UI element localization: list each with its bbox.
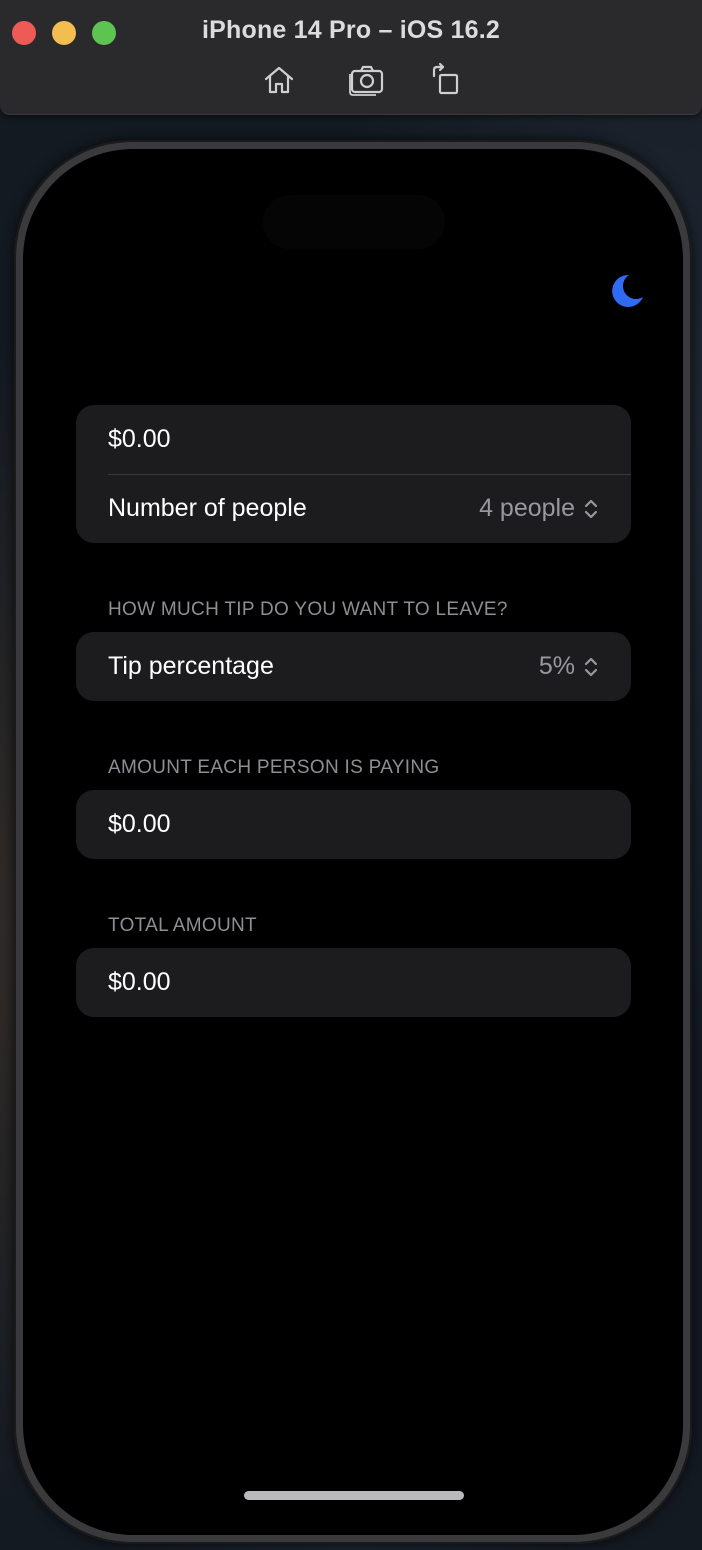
home-icon[interactable] [261,62,297,98]
home-indicator[interactable] [244,1491,464,1500]
per-person-card: $0.00 [76,790,631,859]
total-section-header: TOTAL AMOUNT [108,915,257,936]
total-row: $0.00 [76,948,631,1017]
rotate-icon[interactable] [428,62,464,98]
chevron-up-down-icon [583,656,599,678]
number-of-people-value-wrap: 4 people [479,494,599,523]
iphone-device-frame: $0.00 Number of people 4 people HOW MUCH… [14,140,692,1544]
number-of-people-picker[interactable]: Number of people 4 people [76,474,631,543]
simulator-title-bar: iPhone 14 Pro – iOS 16.2 [0,0,702,115]
tip-section-header: HOW MUCH TIP DO YOU WANT TO LEAVE? [108,599,508,620]
tip-percentage-value-wrap: 5% [539,652,599,681]
screenshot-icon[interactable] [349,62,385,98]
chevron-up-down-icon [583,498,599,520]
window-title: iPhone 14 Pro – iOS 16.2 [202,16,500,44]
tip-percentage-value: 5% [538,652,575,680]
amount-field[interactable]: $0.00 [76,405,631,474]
tip-percentage-label: Tip percentage [108,652,274,680]
per-person-section-header: AMOUNT EACH PERSON IS PAYING [108,757,440,778]
total-card: $0.00 [76,948,631,1017]
tip-percentage-picker[interactable]: Tip percentage 5% [76,632,631,701]
number-of-people-label: Number of people [108,494,307,522]
tip-card: Tip percentage 5% [76,632,631,701]
moon-icon[interactable] [605,271,645,311]
amount-value: $0.00 [108,425,171,453]
total-value: $0.00 [108,968,171,996]
phone-screen: $0.00 Number of people 4 people HOW MUCH… [23,149,683,1535]
bill-card: $0.00 Number of people 4 people [76,405,631,543]
per-person-row: $0.00 [76,790,631,859]
dynamic-island [263,195,445,249]
per-person-value: $0.00 [108,810,171,838]
number-of-people-value: 4 people [479,494,575,522]
